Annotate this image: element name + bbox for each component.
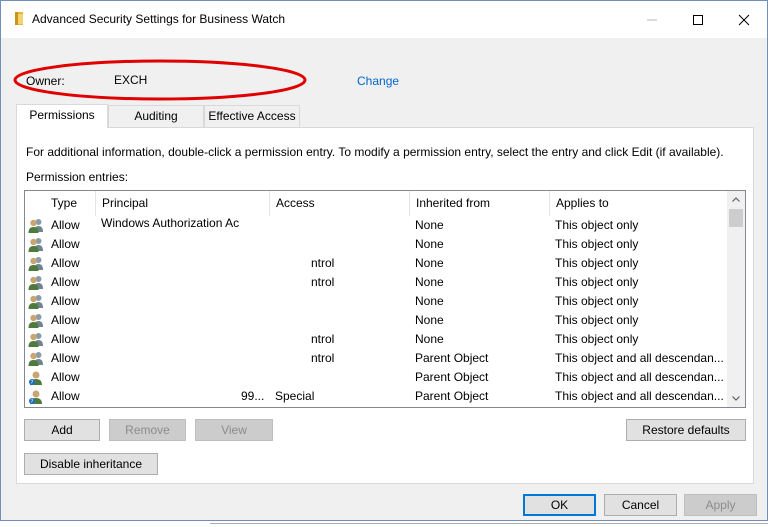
user-icon: ?	[28, 368, 46, 387]
maximize-button[interactable]	[675, 1, 721, 38]
scroll-down-button[interactable]	[727, 390, 745, 407]
restore-defaults-button[interactable]: Restore defaults	[626, 419, 746, 441]
table-row[interactable]: Allow ntrol None This object only	[25, 254, 727, 273]
table-row[interactable]: Allow ntrol Parent Object This object an…	[25, 349, 727, 368]
chevron-down-icon	[732, 396, 740, 401]
group-icon	[28, 292, 46, 311]
title-bar[interactable]: Advanced Security Settings for Business …	[1, 1, 767, 38]
info-text: For additional information, double-click…	[26, 145, 724, 159]
group-icon	[28, 311, 46, 330]
table-row[interactable]: Allow None This object only	[25, 235, 727, 254]
permissions-panel: For additional information, double-click…	[16, 127, 754, 484]
group-icon	[28, 235, 46, 254]
table-row[interactable]: Allow None This object only	[25, 311, 727, 330]
maximize-icon	[693, 15, 703, 25]
svg-text:?: ?	[31, 380, 34, 386]
column-header-principal[interactable]: Principal	[96, 191, 270, 216]
chevron-up-icon	[732, 197, 740, 202]
minimize-button[interactable]	[629, 1, 675, 38]
permission-entries-label: Permission entries:	[26, 170, 129, 184]
cancel-button[interactable]: Cancel	[604, 494, 677, 516]
table-row[interactable]: Allow None This object only	[25, 292, 727, 311]
minimize-icon	[647, 19, 657, 21]
vertical-scrollbar[interactable]	[727, 191, 745, 407]
permission-entries-list[interactable]: Type Principal Access Inherited from App…	[24, 190, 746, 408]
column-header-applies-to[interactable]: Applies to	[550, 191, 727, 216]
table-row[interactable]: Allow ntrol None This object only	[25, 273, 727, 292]
svg-text:?: ?	[31, 399, 34, 405]
window-title: Advanced Security Settings for Business …	[32, 12, 286, 26]
table-row[interactable]: Allow ntrol None This object only	[25, 330, 727, 349]
background-divider	[210, 523, 768, 524]
scroll-up-button[interactable]	[727, 191, 745, 208]
group-icon	[28, 330, 46, 349]
owner-highlight-ellipse	[13, 59, 307, 101]
table-row[interactable]: ? Allow Parent Object This object and al…	[25, 368, 727, 387]
table-row[interactable]: Allow Windows Authorization Ac None This…	[25, 216, 727, 235]
tab-auditing[interactable]: Auditing	[108, 105, 204, 127]
list-rows: Allow Windows Authorization Ac None This…	[25, 216, 727, 407]
view-button[interactable]: View	[195, 419, 273, 441]
change-owner-link[interactable]: Change	[357, 74, 399, 88]
ok-button[interactable]: OK	[523, 494, 596, 516]
tab-permissions[interactable]: Permissions	[16, 104, 108, 128]
list-header: Type Principal Access Inherited from App…	[25, 191, 727, 216]
disable-inheritance-button[interactable]: Disable inheritance	[24, 453, 158, 475]
add-button[interactable]: Add	[24, 419, 100, 441]
tab-effective-access[interactable]: Effective Access	[204, 105, 300, 127]
advanced-security-dialog: Advanced Security Settings for Business …	[0, 0, 768, 521]
apply-button[interactable]: Apply	[684, 494, 757, 516]
close-icon	[738, 14, 750, 26]
folder-icon	[12, 11, 26, 27]
table-row[interactable]: ? Allow 99... Special Parent Object This…	[25, 387, 727, 406]
group-icon	[28, 254, 46, 273]
scrollbar-thumb[interactable]	[729, 209, 743, 227]
column-header-inherited-from[interactable]: Inherited from	[410, 191, 550, 216]
group-icon	[28, 349, 46, 368]
user-icon: ?	[28, 387, 46, 406]
group-icon	[28, 216, 46, 235]
column-header-type[interactable]: Type	[45, 191, 96, 216]
group-icon	[28, 273, 46, 292]
close-button[interactable]	[721, 1, 767, 38]
column-header-access[interactable]: Access	[270, 191, 410, 216]
remove-button[interactable]: Remove	[109, 419, 186, 441]
